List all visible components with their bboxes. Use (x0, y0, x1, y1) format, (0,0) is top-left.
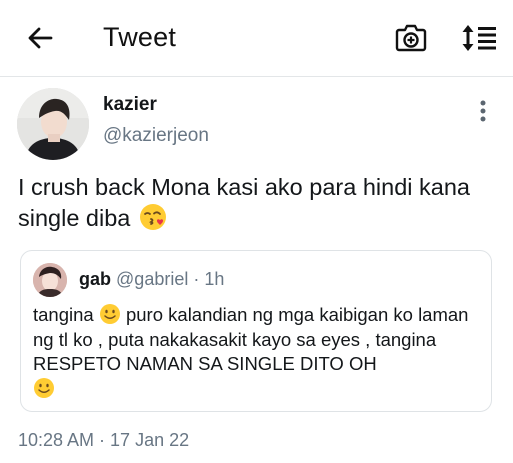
author-handle[interactable]: @kazierjeon (103, 125, 209, 147)
author-avatar[interactable] (17, 88, 89, 160)
tweet-text-body: I crush back Mona kasi ako para hindi ka… (18, 174, 470, 231)
face-blowing-kiss-emoji (139, 204, 166, 230)
quoted-author-name: gab (79, 269, 112, 289)
quoted-text-part1: tangina (33, 304, 99, 325)
tweet-text: I crush back Mona kasi ako para hindi ka… (18, 172, 488, 234)
camera-plus-icon (395, 24, 427, 52)
author-name[interactable]: kazier (103, 94, 157, 116)
arrow-left-icon (28, 27, 53, 49)
quoted-author-handle: @gabriel (116, 269, 189, 289)
quoted-tweet-card[interactable]: gab @gabriel · 1h tangina puro kalandian… (20, 250, 492, 412)
quoted-separator: · (188, 269, 205, 289)
quoted-author-avatar (33, 263, 67, 297)
back-button[interactable] (22, 20, 58, 56)
sort-arrows-icon (462, 25, 496, 51)
slightly-smiling-face-emoji (99, 304, 120, 324)
profile-photo (17, 88, 89, 160)
quoted-tweet-text: tangina puro kalandian ng mga kaibigan k… (33, 303, 483, 401)
quoted-time: 1h (204, 269, 225, 289)
more-options-button[interactable] (470, 96, 496, 126)
top-app-bar: Tweet (0, 0, 513, 77)
tweet-timestamp: 10:28 AM · 17 Jan 22 (18, 430, 190, 450)
slightly-smiling-face-emoji (34, 377, 54, 398)
quoted-profile-photo (33, 263, 67, 297)
quoted-tweet-header: gab @gabriel · 1h (79, 269, 224, 290)
sort-button[interactable] (459, 20, 499, 56)
camera-button[interactable] (393, 20, 429, 56)
vertical-dots-icon (480, 100, 486, 122)
page-title: Tweet (103, 22, 177, 52)
